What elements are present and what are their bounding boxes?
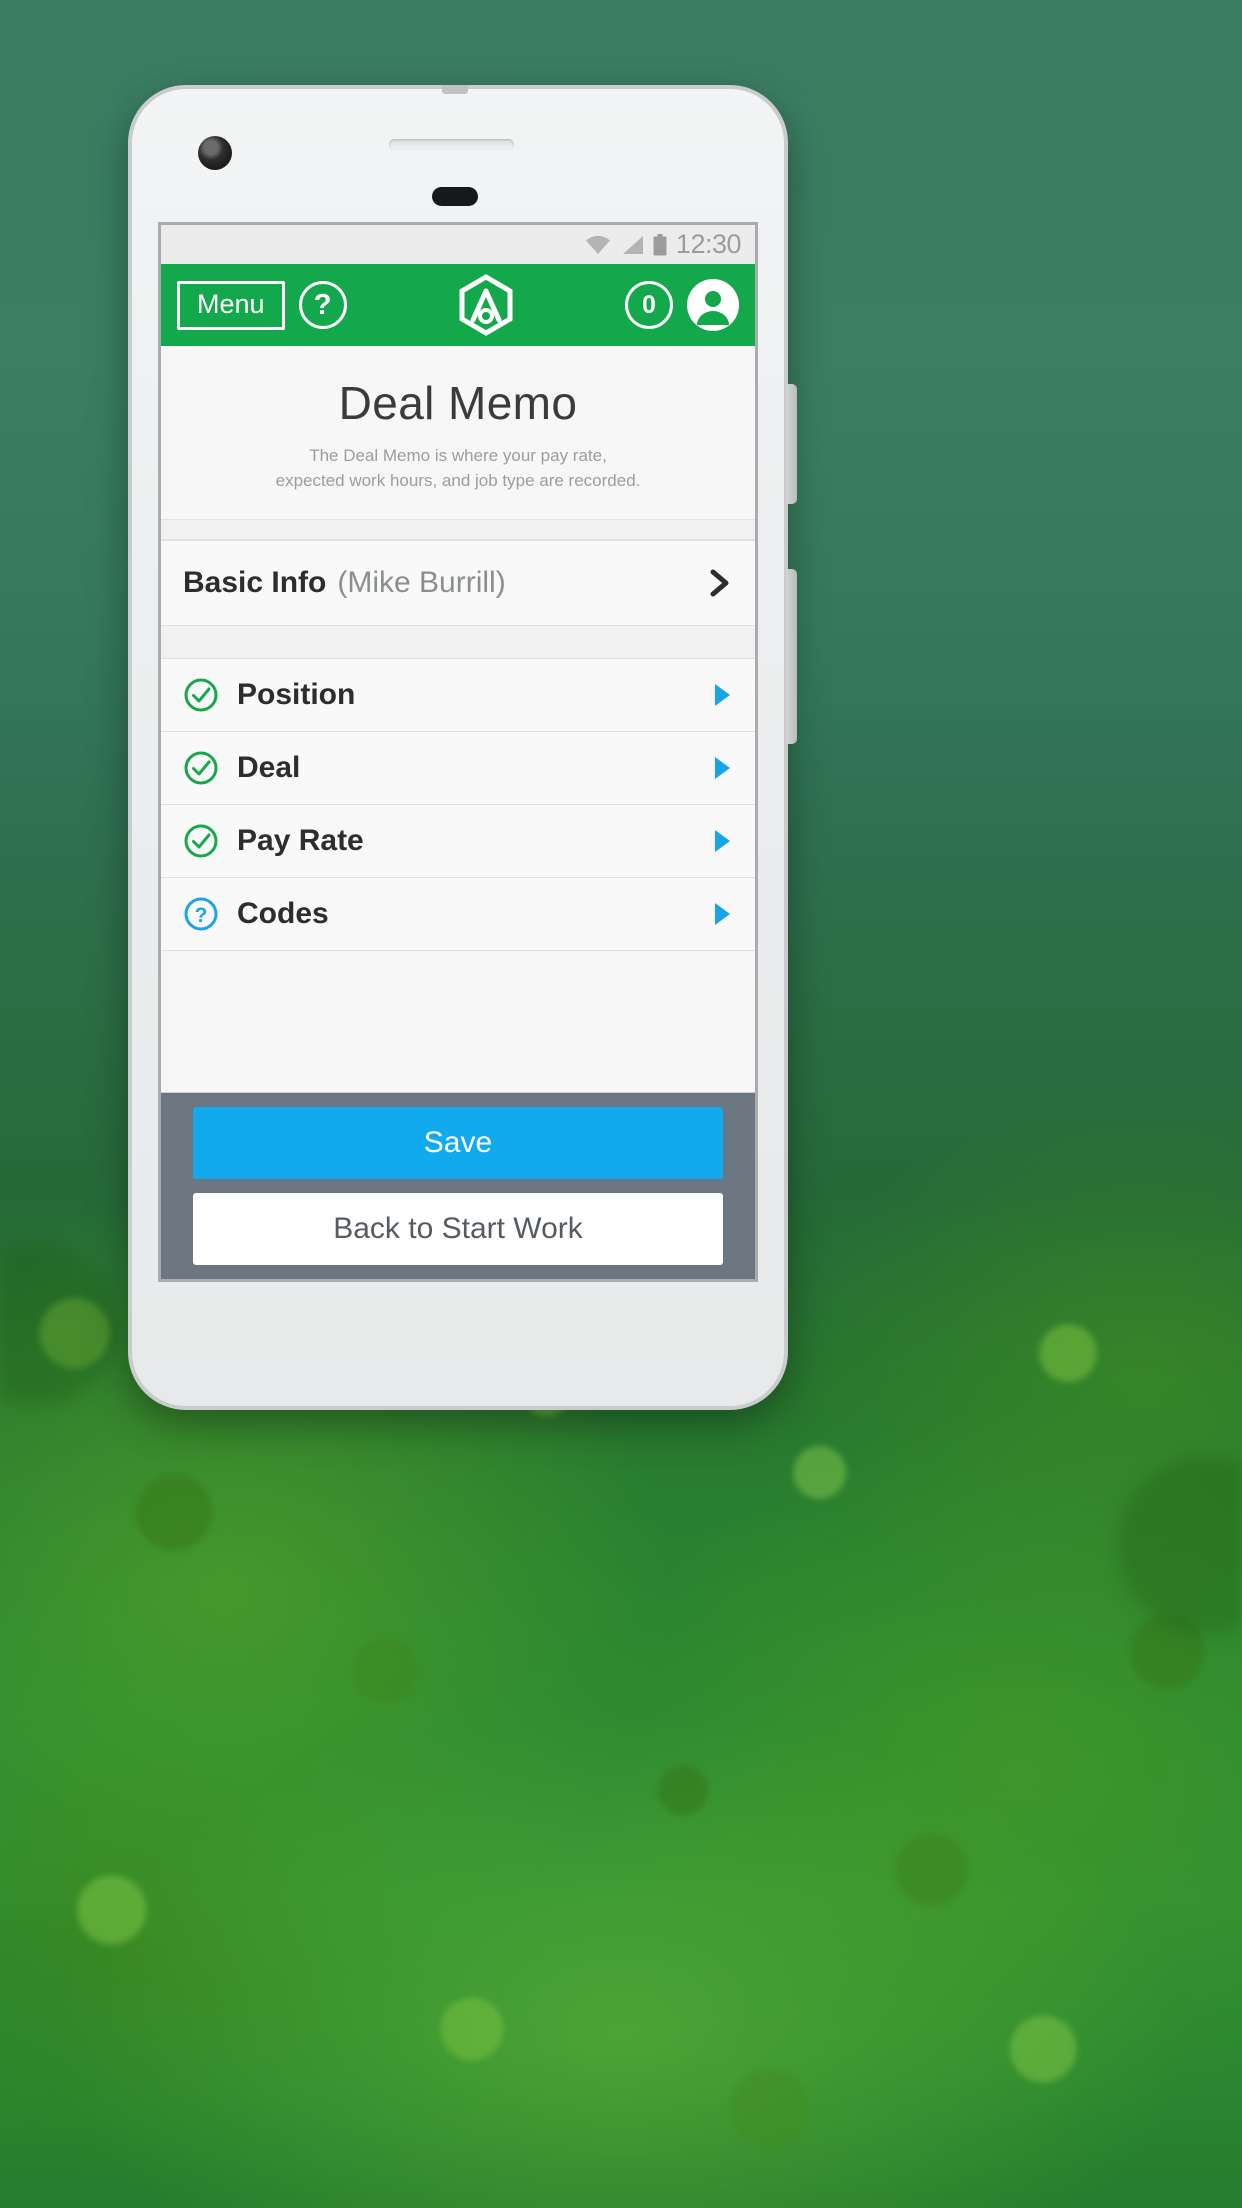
chevron-right-icon — [710, 569, 729, 597]
content-filler-area — [161, 951, 755, 1094]
phone-device-frame: 12:30 Menu ? 0 Deal Memo The Deal Memo i… — [128, 85, 797, 1410]
page-title: Deal Memo — [338, 377, 578, 429]
section-label: Position — [237, 678, 356, 712]
cell-signal-icon — [622, 235, 643, 254]
action-button-bar: Save Back to Start Work — [161, 1093, 755, 1279]
battery-icon — [653, 233, 667, 255]
app-bar-right-group: 0 — [625, 279, 739, 331]
notification-count-badge[interactable]: 0 — [625, 281, 673, 329]
user-avatar-icon — [697, 291, 729, 325]
section-row-position[interactable]: Position — [161, 659, 755, 733]
menu-button[interactable]: Menu — [177, 280, 285, 330]
check-circle-icon — [184, 678, 218, 712]
power-button[interactable] — [786, 384, 797, 504]
phone-screen: 12:30 Menu ? 0 Deal Memo The Deal Memo i… — [158, 222, 758, 1282]
section-row-pay-rate[interactable]: Pay Rate — [161, 805, 755, 879]
help-icon[interactable]: ? — [298, 281, 347, 329]
question-circle-icon: ? — [184, 897, 218, 931]
section-row-codes[interactable]: ? Codes — [161, 878, 755, 952]
section-row-deal[interactable]: Deal — [161, 732, 755, 806]
app-logo[interactable] — [347, 274, 625, 336]
triangle-right-icon — [715, 830, 730, 853]
triangle-right-icon — [715, 684, 730, 707]
page-subtitle: The Deal Memo is where your pay rate, ex… — [275, 446, 641, 490]
page-header: Deal Memo The Deal Memo is where your pa… — [161, 346, 755, 521]
section-label: Codes — [237, 897, 329, 931]
app-hexagon-logo-icon — [459, 274, 513, 336]
status-bar: 12:30 — [161, 225, 755, 264]
proximity-sensor — [432, 187, 478, 206]
app-bar: Menu ? 0 — [161, 264, 755, 346]
section-label: Deal — [237, 751, 301, 785]
check-circle-icon — [184, 824, 218, 858]
volume-button[interactable] — [786, 569, 797, 744]
antenna-strip — [442, 85, 468, 94]
section-divider-2 — [161, 626, 755, 660]
svg-text:?: ? — [195, 904, 208, 927]
triangle-right-icon — [715, 757, 730, 780]
basic-info-label: Basic Info — [183, 566, 327, 600]
section-divider-1 — [161, 520, 755, 541]
triangle-right-icon — [715, 903, 730, 926]
status-bar-clock: 12:30 — [675, 229, 742, 259]
check-circle-icon — [184, 751, 218, 785]
front-camera — [198, 136, 232, 170]
save-button[interactable]: Save — [193, 1107, 723, 1180]
back-to-start-work-button[interactable]: Back to Start Work — [193, 1193, 723, 1266]
basic-info-person: (Mike Burrill) — [337, 566, 506, 600]
wifi-icon — [585, 235, 610, 254]
basic-info-row[interactable]: Basic Info (Mike Burrill) — [161, 540, 755, 627]
earpiece-speaker — [389, 139, 514, 150]
section-label: Pay Rate — [237, 824, 364, 858]
user-avatar-button[interactable] — [687, 279, 739, 331]
